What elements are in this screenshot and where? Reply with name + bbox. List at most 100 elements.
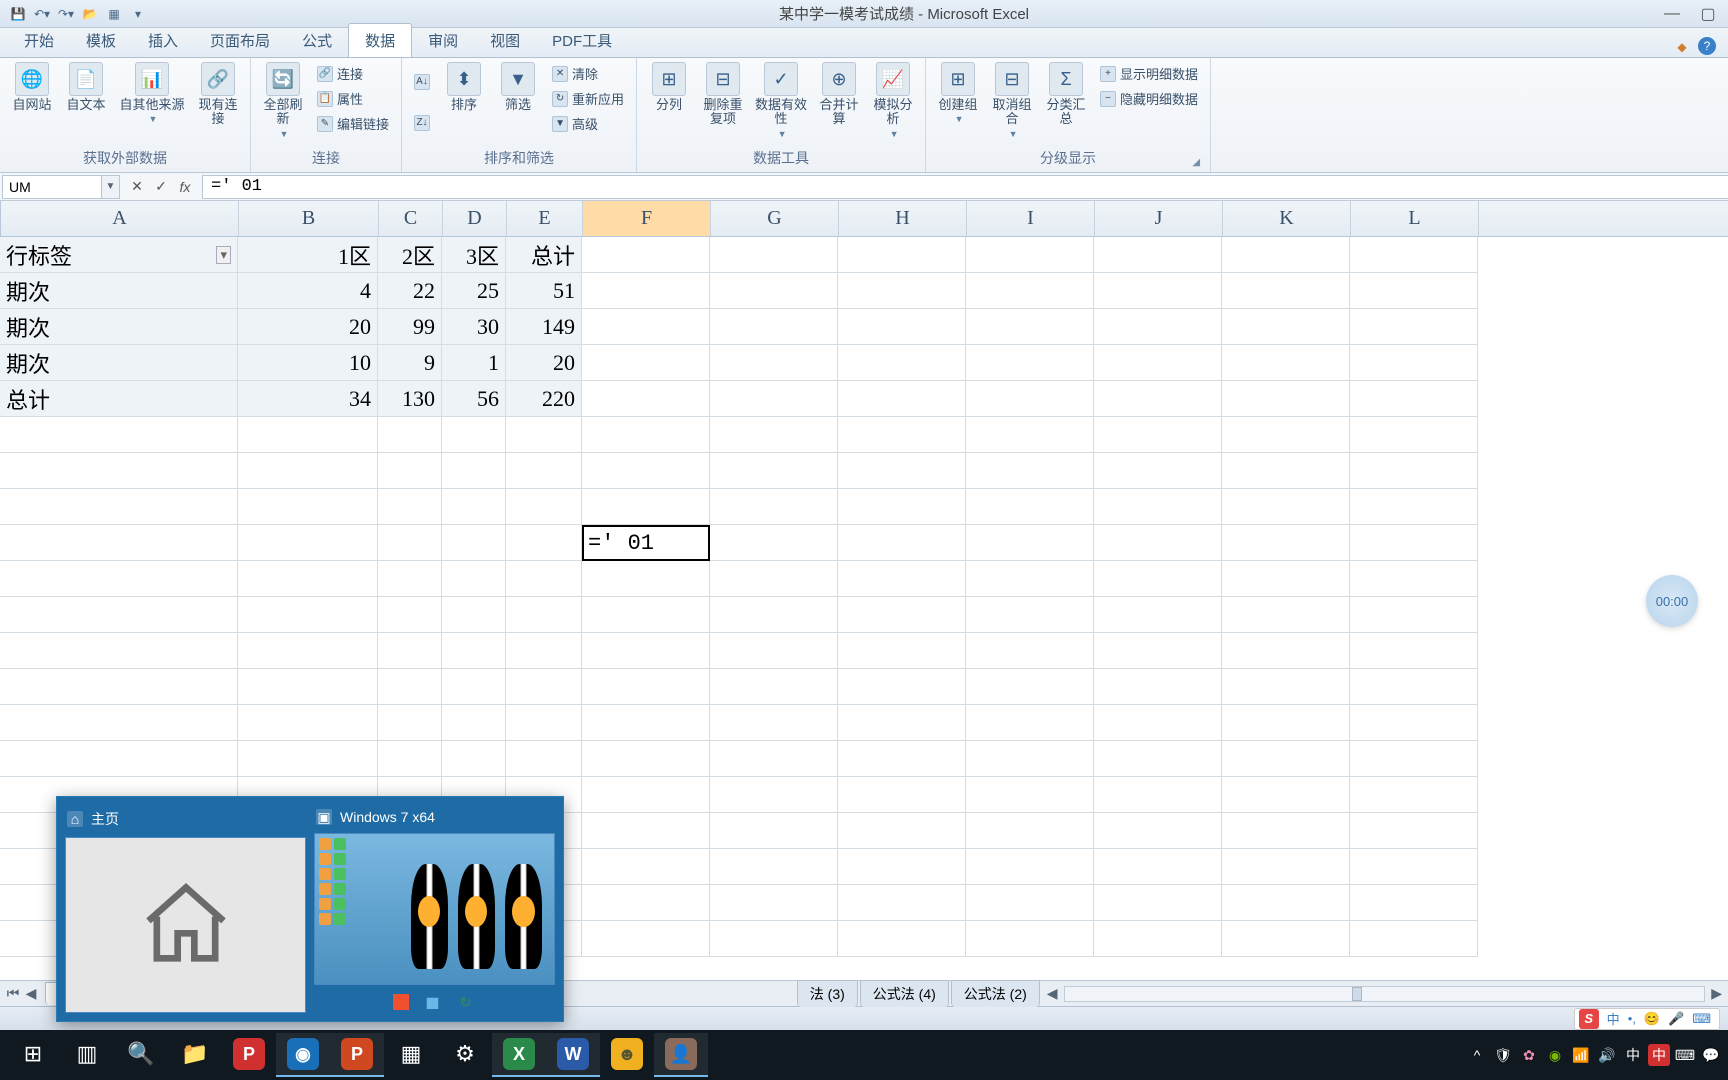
cell[interactable] — [0, 633, 238, 669]
cell[interactable] — [710, 417, 838, 453]
cell[interactable] — [582, 921, 710, 957]
cell[interactable] — [838, 309, 966, 345]
cell[interactable] — [966, 309, 1094, 345]
connections-button[interactable]: 🔗连接 — [313, 62, 393, 85]
cell[interactable] — [1222, 237, 1350, 273]
cell[interactable] — [442, 705, 506, 741]
cell[interactable] — [838, 561, 966, 597]
record-icon[interactable] — [393, 994, 409, 1010]
tray-lang2[interactable]: 中 — [1648, 1044, 1670, 1066]
hide-detail-button[interactable]: −隐藏明细数据 — [1096, 87, 1202, 110]
cell[interactable] — [966, 777, 1094, 813]
cell[interactable] — [0, 741, 238, 777]
properties-button[interactable]: 📋属性 — [313, 87, 393, 110]
cell[interactable] — [506, 561, 582, 597]
cell[interactable] — [966, 705, 1094, 741]
cell[interactable] — [838, 417, 966, 453]
cell[interactable] — [1222, 273, 1350, 309]
cell[interactable] — [1094, 381, 1222, 417]
cell[interactable] — [1094, 453, 1222, 489]
cell[interactable] — [1222, 669, 1350, 705]
name-box[interactable]: UM — [2, 175, 102, 199]
cell[interactable] — [966, 921, 1094, 957]
text-to-columns-button[interactable]: ⊞分列 — [645, 62, 693, 112]
cell[interactable] — [238, 633, 378, 669]
cell[interactable] — [966, 345, 1094, 381]
cell[interactable] — [582, 849, 710, 885]
cell[interactable] — [1222, 633, 1350, 669]
ime-indicator[interactable]: S 中 •, 😊 🎤 ⌨ — [1574, 1008, 1720, 1030]
outline-launcher-icon[interactable]: ◢ — [1192, 157, 1200, 168]
cell[interactable]: 130 — [378, 381, 442, 417]
cell[interactable] — [1350, 417, 1478, 453]
ime-punct-icon[interactable]: •, — [1624, 1011, 1640, 1026]
cell[interactable] — [582, 273, 710, 309]
subtotal-button[interactable]: Σ分类汇总 — [1042, 62, 1090, 127]
cell[interactable]: 行标签 — [0, 237, 238, 273]
cell[interactable] — [838, 381, 966, 417]
cell[interactable] — [506, 597, 582, 633]
cell[interactable] — [710, 813, 838, 849]
cell[interactable] — [0, 489, 238, 525]
start-button[interactable]: ⊞ — [6, 1033, 60, 1077]
sheet-nav-prev[interactable]: ◀ — [22, 985, 40, 1002]
cell[interactable] — [506, 741, 582, 777]
from-text-button[interactable]: 📄自文本 — [62, 62, 110, 112]
cell[interactable] — [442, 597, 506, 633]
cell[interactable] — [378, 489, 442, 525]
col-header-d[interactable]: D — [443, 201, 507, 236]
excel-button[interactable]: X — [492, 1033, 546, 1077]
cell[interactable] — [966, 741, 1094, 777]
qat-open-icon[interactable]: 📂 — [80, 4, 100, 24]
cell[interactable] — [238, 489, 378, 525]
pdf-app-button[interactable]: P — [222, 1033, 276, 1077]
cell[interactable] — [442, 633, 506, 669]
cell[interactable] — [582, 309, 710, 345]
tray-flower-icon[interactable]: ✿ — [1518, 1044, 1540, 1066]
cell[interactable] — [838, 669, 966, 705]
cell[interactable] — [506, 417, 582, 453]
cell[interactable] — [582, 885, 710, 921]
cell[interactable]: 3区 — [442, 237, 506, 273]
cell[interactable] — [838, 921, 966, 957]
minimize-button[interactable]: — — [1660, 4, 1684, 24]
cell[interactable] — [378, 561, 442, 597]
cell[interactable]: 51 — [506, 273, 582, 309]
cell[interactable] — [838, 597, 966, 633]
preview-home-thumb[interactable] — [65, 837, 306, 1013]
cell[interactable] — [1222, 705, 1350, 741]
cell[interactable] — [238, 597, 378, 633]
from-web-button[interactable]: 🌐自网站 — [8, 62, 56, 112]
col-header-a[interactable]: A — [1, 201, 239, 236]
preview-home[interactable]: ⌂主页 — [65, 805, 306, 1013]
cell[interactable]: 56 — [442, 381, 506, 417]
cell[interactable] — [1350, 633, 1478, 669]
cell[interactable] — [238, 741, 378, 777]
cell[interactable] — [238, 561, 378, 597]
cell[interactable] — [582, 669, 710, 705]
cell[interactable] — [1094, 921, 1222, 957]
cell[interactable] — [1094, 525, 1222, 561]
cell[interactable] — [1222, 849, 1350, 885]
cell[interactable] — [838, 705, 966, 741]
cell[interactable] — [1094, 561, 1222, 597]
cell[interactable] — [1094, 633, 1222, 669]
search-button[interactable]: 🔍 — [114, 1033, 168, 1077]
edit-links-button[interactable]: ✎编辑链接 — [313, 112, 393, 135]
consolidate-button[interactable]: ⊕合并计算 — [815, 62, 863, 127]
cell[interactable] — [1222, 741, 1350, 777]
tab-review[interactable]: 审阅 — [412, 24, 474, 57]
cell[interactable] — [1350, 489, 1478, 525]
tray-lang1[interactable]: 中 — [1622, 1044, 1644, 1066]
tab-pdf[interactable]: PDF工具 — [536, 24, 628, 57]
tab-template[interactable]: 模板 — [70, 24, 132, 57]
cell[interactable] — [238, 525, 378, 561]
ungroup-button[interactable]: ⊟取消组合▼ — [988, 62, 1036, 139]
cell[interactable]: 2区 — [378, 237, 442, 273]
cell[interactable] — [1094, 489, 1222, 525]
tab-data[interactable]: 数据 — [348, 23, 412, 57]
tab-view[interactable]: 视图 — [474, 24, 536, 57]
cell[interactable] — [1094, 849, 1222, 885]
cell[interactable] — [582, 417, 710, 453]
advanced-filter-button[interactable]: ▼高级 — [548, 112, 628, 135]
